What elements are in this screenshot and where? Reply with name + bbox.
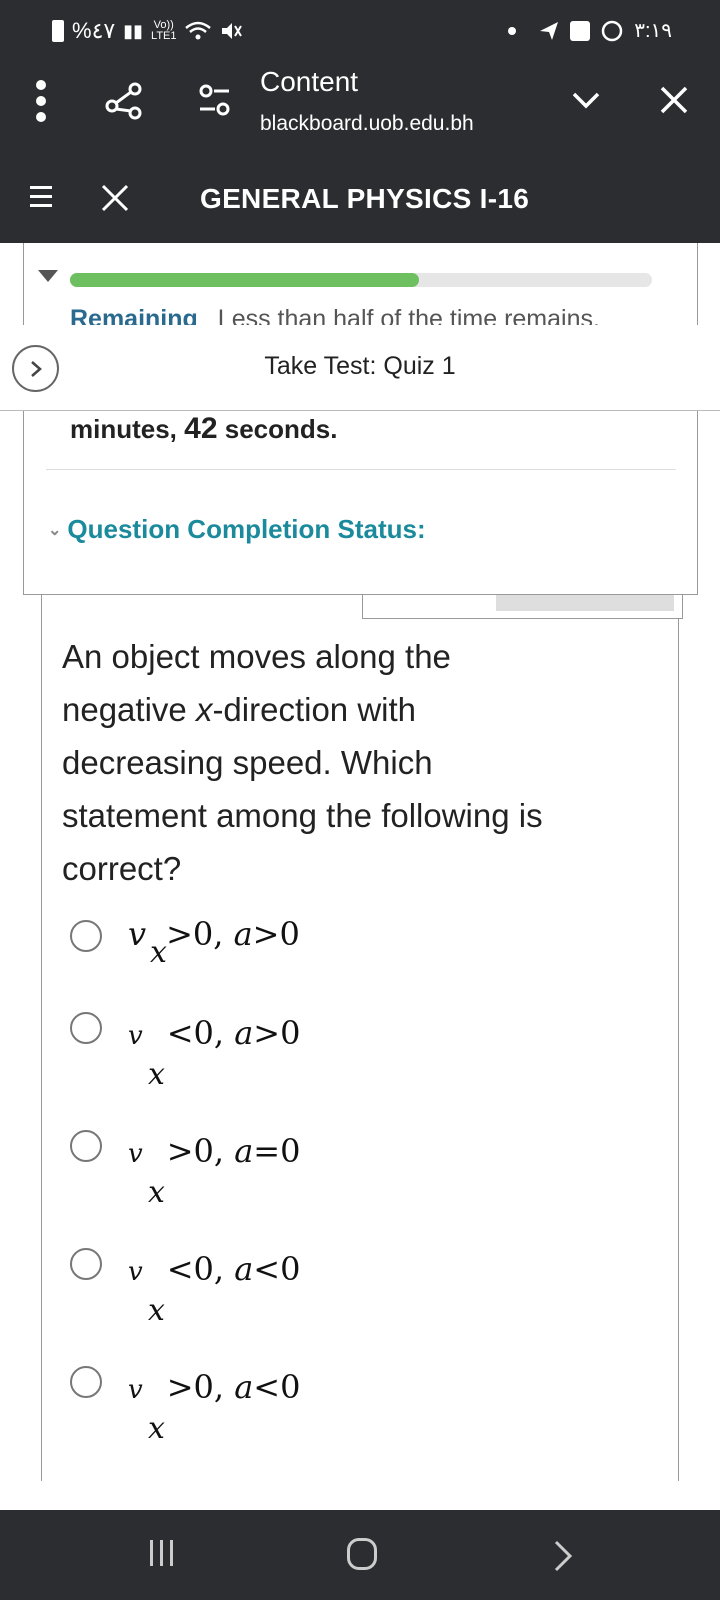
answer-option-5[interactable]: v >0, a<0 x — [70, 1366, 300, 1446]
close-icon[interactable] — [658, 84, 690, 116]
status-bar: %٤٧ ▮▮ Vo)) LTE1 ٣:١٩ — [0, 0, 720, 60]
chevron-down-icon[interactable] — [570, 84, 602, 116]
battery-text: %٤٧ — [72, 18, 116, 43]
signal-icon: ▮▮ — [123, 20, 144, 42]
share-icon[interactable] — [104, 80, 144, 120]
take-test-bar: Take Test: Quiz 1 — [0, 325, 720, 411]
status-left: %٤٧ ▮▮ Vo)) LTE1 — [52, 18, 243, 44]
answer-option-3[interactable]: v >0, a=0 x — [70, 1130, 300, 1210]
option-formula: v <0, a>0 — [128, 1014, 301, 1052]
question-line: An object moves along the — [62, 638, 451, 675]
answer-option-2[interactable]: v <0, a>0 x — [70, 1012, 300, 1092]
network-type: Vo)) LTE1 — [151, 20, 176, 42]
option-formula: v >0, a<0 — [128, 1368, 301, 1406]
whatsapp-icon — [601, 20, 623, 41]
seconds-text: seconds. — [224, 414, 338, 444]
lte-label: LTE1 — [151, 30, 177, 42]
more-options-icon[interactable] — [36, 80, 48, 122]
mute-icon — [221, 23, 242, 39]
remaining-label: Remaining — [70, 305, 198, 325]
remaining-message: Less than half of the time remains. — [217, 305, 600, 325]
seconds-value: 42 — [184, 412, 218, 445]
time-progress-bar — [70, 273, 652, 287]
minutes-text: minutes, — [70, 414, 177, 444]
option-formula: v <0, a<0 — [128, 1250, 301, 1288]
question-completion-label: Question Completion Status: — [67, 514, 426, 544]
question-line: decreasing speed. Which — [62, 744, 433, 781]
back-icon[interactable] — [552, 1540, 574, 1572]
course-title: GENERAL PHYSICS I-16 — [200, 183, 530, 214]
divider — [46, 469, 676, 470]
clock: ٣:١٩ — [634, 20, 672, 42]
notification-dot-icon — [508, 26, 517, 35]
take-test-title: Take Test: Quiz 1 — [264, 352, 456, 380]
radio-button[interactable] — [70, 920, 102, 952]
course-header: GENERAL PHYSICS I-16 — [0, 155, 720, 243]
answer-option-1[interactable]: v >0, a>0 x — [70, 915, 300, 970]
remaining-row: Remaining Less than half of the time rema… — [60, 305, 660, 325]
subscript-x: x — [148, 1293, 165, 1328]
question-text: An object moves along the negative x-dir… — [62, 630, 652, 895]
option-formula: v >0, a=0 — [128, 1132, 301, 1170]
answer-option-4[interactable]: v <0, a<0 x — [70, 1248, 300, 1328]
send-icon — [540, 21, 559, 40]
status-right: ٣:١٩ — [508, 18, 672, 43]
radio-button[interactable] — [70, 1366, 102, 1398]
subscript-x: x — [148, 1057, 165, 1092]
browser-page-title: Content — [260, 66, 359, 97]
question-completion-toggle[interactable]: ⌄ Question Completion Status: — [48, 514, 426, 545]
collapse-caret-icon[interactable] — [38, 270, 58, 282]
subscript-x: x — [148, 1175, 165, 1210]
recent-apps-icon[interactable] — [150, 1540, 173, 1566]
home-icon[interactable] — [347, 1538, 377, 1570]
time-remaining-text: minutes, 42 seconds. — [70, 412, 337, 446]
subscript-x: x — [150, 935, 167, 970]
radio-button[interactable] — [70, 1130, 102, 1162]
close-course-icon[interactable] — [100, 183, 130, 213]
gallery-icon — [570, 20, 591, 41]
menu-icon[interactable] — [30, 186, 52, 207]
browser-toolbar: Content blackboard.uob.edu.bh — [0, 60, 720, 155]
page-settings-icon[interactable] — [197, 82, 233, 118]
wifi-icon — [184, 21, 211, 40]
subscript-x: x — [148, 1411, 165, 1446]
time-progress-fill — [70, 273, 420, 287]
battery-icon — [52, 20, 64, 42]
question-line: correct? — [62, 850, 182, 887]
radio-button[interactable] — [70, 1012, 102, 1044]
system-nav-bar — [0, 1510, 720, 1600]
question-line: negative x-direction with — [62, 691, 417, 728]
browser-url[interactable]: blackboard.uob.edu.bh — [260, 112, 474, 136]
double-chevron-down-icon: ⌄ — [48, 521, 62, 539]
completion-grey-bar — [496, 595, 674, 611]
question-line: statement among the following is — [62, 797, 543, 834]
radio-button[interactable] — [70, 1248, 102, 1280]
